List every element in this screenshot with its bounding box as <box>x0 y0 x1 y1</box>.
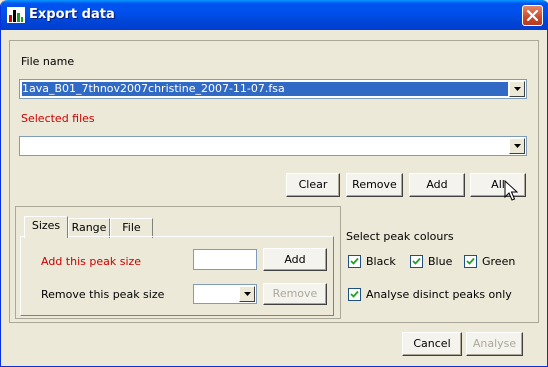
checkmark-icon <box>350 257 359 265</box>
black-checkbox-label: Black <box>366 255 396 268</box>
green-checkbox-label: Green <box>482 255 516 268</box>
close-icon <box>527 10 538 21</box>
tab-range[interactable]: Range <box>68 218 110 238</box>
blue-checkbox-label: Blue <box>428 255 453 268</box>
tab-file[interactable]: File <box>110 218 153 238</box>
add-peak-size-button[interactable]: Add <box>263 248 327 271</box>
checkmark-icon <box>412 257 421 265</box>
blue-checkbox[interactable] <box>410 255 423 268</box>
add-peak-size-label: Add this peak size <box>41 255 142 268</box>
selected-files-dropdown-button[interactable] <box>509 138 525 154</box>
selected-files-select[interactable] <box>19 136 527 156</box>
tab-sizes[interactable]: Sizes <box>24 216 68 238</box>
distinct-peaks-checkbox[interactable] <box>348 288 361 301</box>
remove-peak-size-button-label: Remove <box>272 287 318 300</box>
remove-button-label: Remove <box>352 178 397 191</box>
chevron-down-icon <box>514 87 521 91</box>
distinct-peaks-label: Analyse disinct peaks only <box>366 288 512 301</box>
add-button-label: Add <box>426 178 448 191</box>
remove-button[interactable]: Remove <box>346 173 403 197</box>
clear-button-label: Clear <box>298 178 328 191</box>
remove-peak-size-dropdown-button[interactable] <box>239 286 255 302</box>
checkmark-icon <box>466 257 475 265</box>
green-checkbox[interactable] <box>464 255 477 268</box>
file-name-value: 1ava_B01_7thnov2007christine_2007-11-07.… <box>22 82 508 96</box>
selected-files-label: Selected files <box>21 112 95 125</box>
clear-button[interactable]: Clear <box>286 173 340 197</box>
remove-peak-size-select[interactable] <box>193 284 257 304</box>
export-data-dialog: Export data File name 1ava_B01_7thnov200… <box>0 0 548 367</box>
cancel-button-label: Cancel <box>413 337 451 350</box>
tab-range-label: Range <box>71 221 107 234</box>
checkmark-icon <box>350 290 359 298</box>
bar-chart-icon <box>7 7 25 23</box>
mouse-pointer-icon <box>504 179 519 205</box>
chevron-down-icon <box>244 292 251 296</box>
tab-sizes-label: Sizes <box>31 219 61 232</box>
tab-file-label: File <box>122 221 141 234</box>
window-title: Export data <box>29 7 115 22</box>
remove-peak-size-value <box>196 287 238 301</box>
close-button[interactable] <box>522 5 543 26</box>
file-name-select[interactable]: 1ava_B01_7thnov2007christine_2007-11-07.… <box>19 79 527 99</box>
add-peak-size-button-label: Add <box>284 253 306 266</box>
peak-colours-title: Select peak colours <box>346 230 454 243</box>
remove-peak-size-label: Remove this peak size <box>41 288 165 301</box>
cancel-button[interactable]: Cancel <box>402 332 462 356</box>
analyse-button[interactable]: Analyse <box>466 332 523 356</box>
chevron-down-icon <box>514 144 521 148</box>
selected-files-value <box>22 139 508 153</box>
remove-peak-size-button[interactable]: Remove <box>263 283 327 305</box>
add-peak-size-input[interactable] <box>193 249 257 270</box>
file-name-label: File name <box>21 55 75 68</box>
add-button[interactable]: Add <box>409 173 465 197</box>
title-bar[interactable]: Export data <box>1 0 548 30</box>
analyse-button-label: Analyse <box>472 337 517 350</box>
black-checkbox[interactable] <box>348 255 361 268</box>
file-name-dropdown-button[interactable] <box>509 81 525 97</box>
